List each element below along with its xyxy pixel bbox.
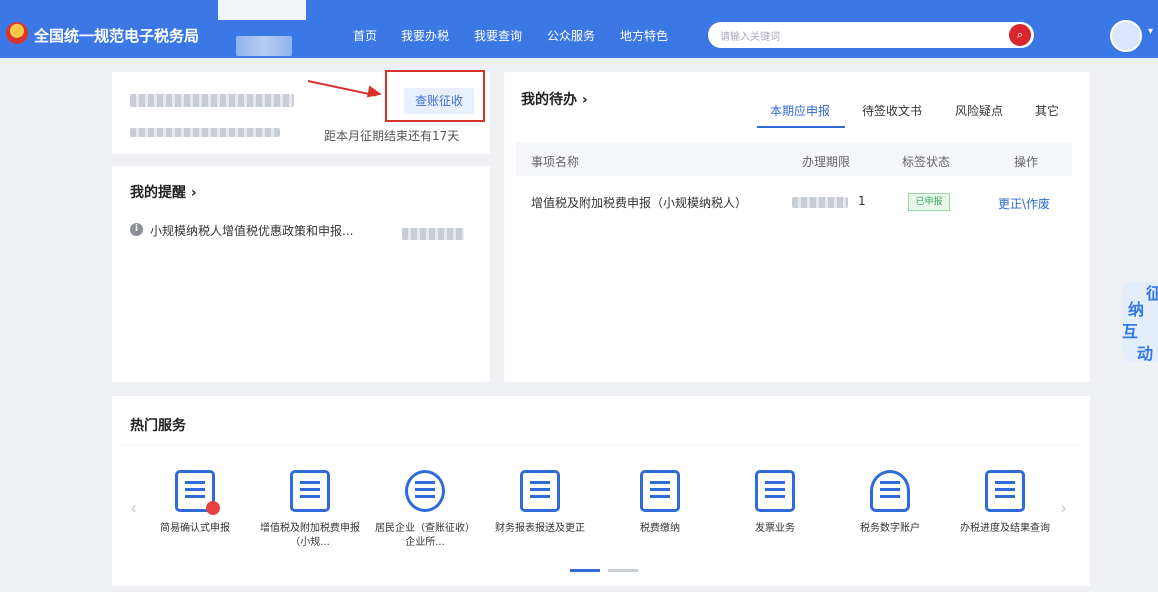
person-123-icon (870, 470, 910, 512)
nav-query[interactable]: 我要查询 (474, 27, 522, 44)
divider (120, 445, 1080, 446)
search-input[interactable]: 请输入关键词 (720, 28, 780, 43)
float-tab-char: 动 (1137, 344, 1154, 363)
todo-item-name[interactable]: 增值税及附加税费申报（小规模纳税人） (531, 194, 747, 211)
service-label: 税务数字账户 (860, 523, 920, 534)
col-deadline: 办理期限 (802, 155, 851, 169)
redacted-area (218, 0, 306, 20)
redacted-taxpayer-id (130, 128, 280, 137)
tab-current-filing[interactable]: 本期应申报 (770, 102, 830, 119)
service-label: 居民企业（查账征收）企业所... (375, 523, 475, 548)
yuan-screen-icon (520, 470, 560, 512)
reminders-title[interactable]: 我的提醒 › (130, 182, 197, 202)
service-item[interactable]: 税务数字账户 (840, 470, 940, 536)
tab-risk[interactable]: 风险疑点 (955, 102, 1003, 119)
service-label: 办税进度及结果查询 (960, 523, 1050, 534)
col-item-name: 事项名称 (531, 155, 580, 169)
service-label: 增值税及附加税费申报（小规... (260, 523, 360, 548)
float-tab-char: 征 (1146, 284, 1158, 303)
scroll-icon (175, 470, 220, 515)
col-action: 操作 (1014, 155, 1039, 169)
site-title[interactable]: 全国统一规范电子税务局 (34, 25, 199, 46)
service-item[interactable]: 增值税及附加税费申报（小规... (260, 470, 360, 550)
info-icon: i (130, 223, 143, 236)
service-item[interactable]: 居民企业（查账征收）企业所... (375, 470, 475, 550)
correct-void-link[interactable]: 更正\作废 (998, 195, 1050, 212)
chevron-down-icon[interactable]: ▾ (1148, 26, 1153, 37)
nav-local-features[interactable]: 地方特色 (620, 27, 668, 44)
float-tab-char: 互 (1122, 322, 1139, 341)
nav-public-service[interactable]: 公众服务 (547, 27, 595, 44)
pager-dot-active[interactable] (570, 569, 600, 572)
yuan-hand-icon (640, 470, 680, 512)
redacted-deadline (792, 197, 848, 208)
pager-dot[interactable] (608, 569, 638, 572)
doc-search-icon (985, 470, 1025, 512)
deadline-suffix: 1 (858, 194, 866, 208)
service-item[interactable]: 简易确认式申报 (145, 470, 245, 536)
redacted-area (236, 36, 292, 56)
active-tab-indicator (757, 126, 845, 128)
service-item[interactable]: 税费缴纳 (610, 470, 710, 536)
service-label: 财务报表报送及更正 (495, 523, 585, 534)
deadline-text: 距本月征期结束还有17天 (324, 129, 460, 143)
chevron-right-icon[interactable]: › (1060, 498, 1067, 519)
chevron-right-icon: › (581, 92, 588, 108)
highlight-box (385, 70, 485, 122)
enterprise-icon (405, 470, 445, 512)
annotation-arrow-head (366, 85, 384, 101)
chevron-left-icon[interactable]: ‹ (130, 498, 137, 519)
service-item[interactable]: 财务报表报送及更正 (490, 470, 590, 536)
service-label: 税费缴纳 (640, 523, 680, 534)
tab-other[interactable]: 其它 (1035, 102, 1059, 119)
avatar[interactable] (1110, 20, 1142, 52)
nav-home[interactable]: 首页 (353, 27, 377, 44)
chevron-right-icon: › (190, 185, 197, 201)
search-icon[interactable]: ⌕ (1009, 24, 1031, 46)
search-box[interactable]: 请输入关键词 ⌕ (708, 22, 1034, 48)
redacted-date (402, 228, 464, 240)
service-label: 发票业务 (755, 523, 795, 534)
service-label: 简易确认式申报 (160, 523, 230, 534)
nav-do-tax[interactable]: 我要办税 (401, 27, 449, 44)
tax-emblem-icon (6, 22, 28, 44)
service-item[interactable]: 发票业务 (725, 470, 825, 536)
reminder-item[interactable]: 小规模纳税人增值税优惠政策和申报... (150, 222, 353, 239)
float-tab-char: 纳 (1128, 300, 1145, 319)
todo-title[interactable]: 我的待办 › (521, 89, 588, 109)
hot-services-card (112, 396, 1090, 586)
table-header (516, 142, 1072, 176)
hot-services-title: 热门服务 (130, 418, 186, 434)
doc-person-icon (290, 470, 330, 512)
status-badge: 已申报 (908, 193, 950, 211)
service-item[interactable]: 办税进度及结果查询 (955, 470, 1055, 536)
top-bar: 全国统一规范电子税务局 首页 我要办税 我要查询 公众服务 地方特色 请输入关键… (0, 0, 1158, 58)
redacted-taxpayer-name (130, 94, 294, 107)
invoice-icon (755, 470, 795, 512)
tab-documents[interactable]: 待签收文书 (862, 102, 922, 119)
col-status: 标签状态 (902, 155, 951, 169)
